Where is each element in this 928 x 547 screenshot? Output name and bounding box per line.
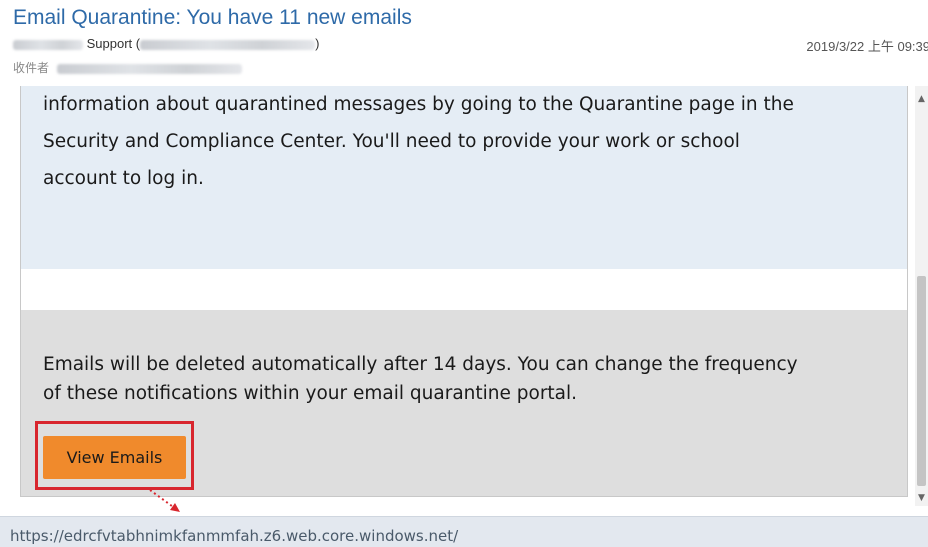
highlight-box: [35, 421, 194, 490]
notice-line: Emails will be deleted automatically aft…: [43, 354, 798, 375]
redacted-sender-name: [13, 39, 83, 50]
dotted-arrow-icon: [149, 489, 180, 512]
email-header: Email Quarantine: You have 11 new emails…: [0, 0, 928, 86]
status-bar: https://edrcfvtabhnimkfanmmfah.z6.web.co…: [0, 516, 928, 547]
status-url: https://edrcfvtabhnimkfanmmfah.z6.web.co…: [10, 527, 459, 545]
quarantine-info-text: information about quarantined messages b…: [43, 86, 893, 197]
quarantine-line: account to log in.: [43, 168, 204, 189]
vertical-scrollbar[interactable]: ▲ ▼: [915, 86, 928, 506]
redacted-recipient: [56, 63, 242, 74]
chevron-up-icon[interactable]: ▲: [915, 92, 928, 106]
notice-text: Emails will be deleted automatically aft…: [43, 350, 893, 408]
scroll-thumb[interactable]: [917, 276, 926, 486]
email-subject: Email Quarantine: You have 11 new emails: [13, 6, 412, 29]
notice-line: of these notifications within your email…: [43, 383, 578, 404]
sender-name[interactable]: Support: [87, 36, 133, 51]
quarantine-line: information about quarantined messages b…: [43, 94, 794, 115]
sender-row: Support (): [13, 36, 319, 54]
chevron-down-icon[interactable]: ▼: [915, 491, 928, 505]
quarantine-line: Security and Compliance Center. You'll n…: [43, 131, 740, 152]
quarantine-info-section: information about quarantined messages b…: [21, 86, 907, 269]
to-label: 收件者: [13, 61, 50, 75]
to-row: 收件者: [13, 59, 242, 75]
redacted-sender-address: [140, 39, 316, 50]
sender-paren-close: ): [315, 36, 320, 51]
email-date: 2019/3/22 上午 09:39: [806, 39, 928, 54]
